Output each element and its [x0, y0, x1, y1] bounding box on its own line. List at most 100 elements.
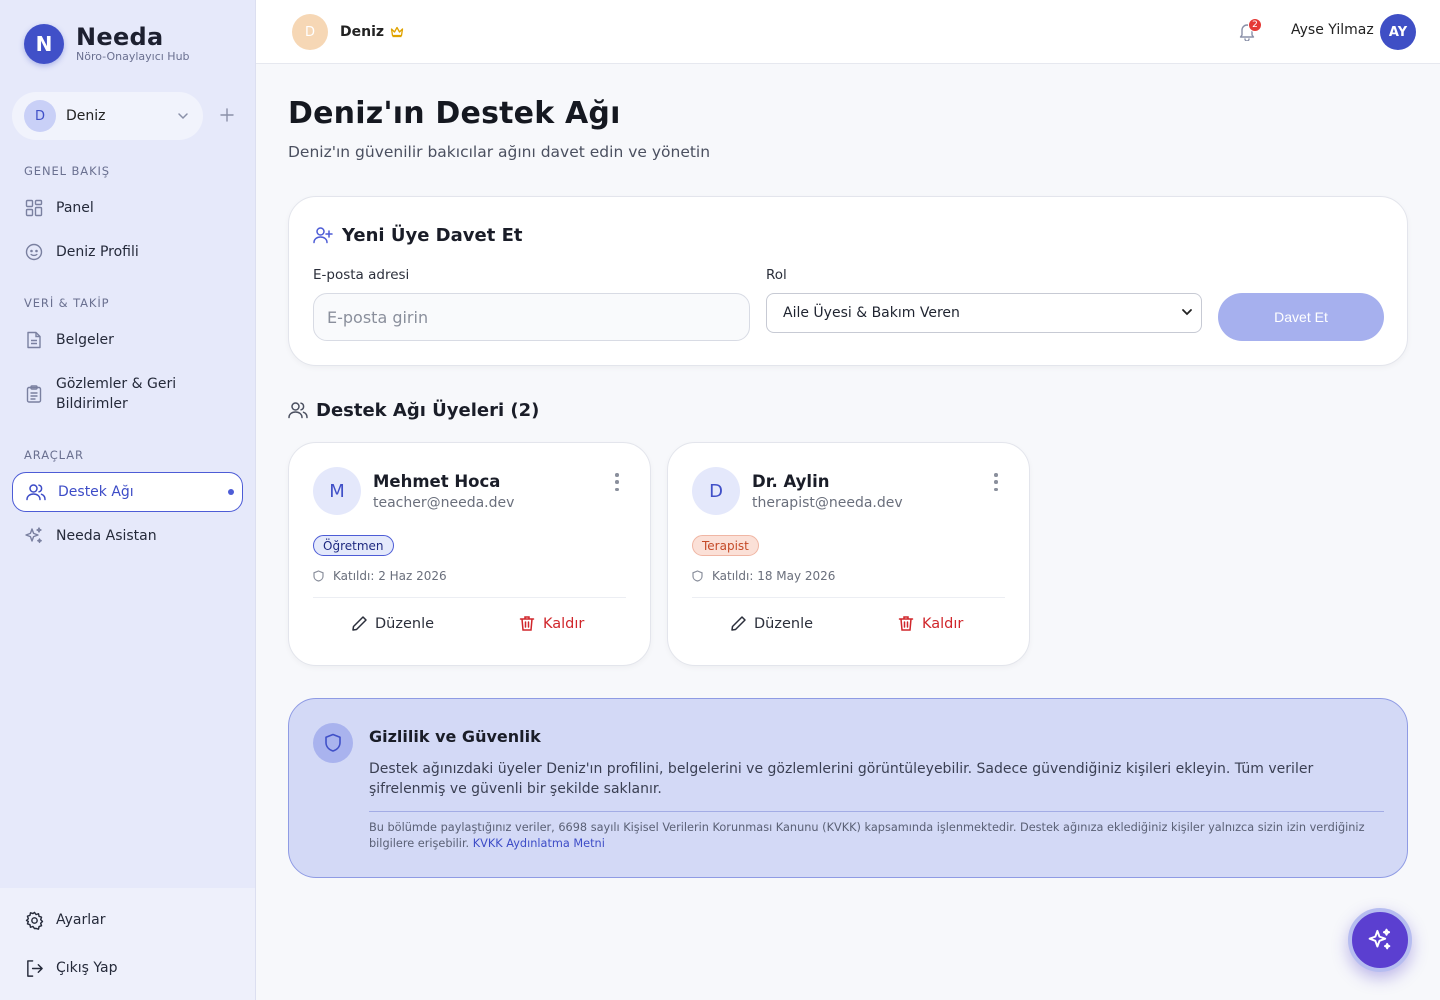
- kvkk-link[interactable]: KVKK Aydınlatma Metni: [473, 837, 605, 850]
- face-icon: [24, 242, 44, 262]
- sidebar-item-profile[interactable]: Deniz Profili: [12, 240, 243, 264]
- sparkle-icon: [24, 526, 44, 546]
- active-child-name: Deniz: [340, 24, 385, 40]
- email-label: E-posta adresi: [313, 267, 410, 283]
- user-plus-icon: [313, 226, 333, 246]
- section-label-data: VERİ & TAKİP: [24, 296, 110, 310]
- more-options-button[interactable]: [614, 473, 620, 491]
- gear-icon: [24, 910, 44, 930]
- role-select-value: Aile Üyesi & Bakım Veren: [783, 305, 960, 321]
- remove-button[interactable]: Kaldır: [519, 615, 584, 632]
- sidebar-item-label: Belgeler: [56, 332, 114, 348]
- member-card: D Dr. Aylin therapist@needa.dev Terapist…: [667, 442, 1030, 666]
- joined-date: Katıldı: 2 Haz 2026: [313, 569, 447, 583]
- edit-button[interactable]: Düzenle: [351, 615, 434, 632]
- brand: N Needa Nöro-Onaylayıcı Hub: [24, 24, 190, 64]
- invite-card: Yeni Üye Davet Et E-posta adresi Rol Ail…: [288, 196, 1408, 366]
- pencil-icon: [351, 615, 368, 632]
- child-avatar: D: [24, 100, 56, 132]
- role-badge: Terapist: [692, 535, 759, 556]
- trash-icon: [898, 615, 915, 632]
- remove-label: Kaldır: [922, 615, 964, 632]
- member-avatar: M: [313, 467, 361, 515]
- child-avatar: D: [292, 14, 328, 50]
- child-selector[interactable]: D Deniz: [12, 92, 203, 140]
- privacy-text: Destek ağınızdaki üyeler Deniz'ın profil…: [369, 761, 1314, 797]
- joined-text: Katıldı: 2 Haz 2026: [333, 569, 447, 583]
- notification-badge: 2: [1248, 18, 1262, 32]
- users-icon: [288, 401, 308, 421]
- sidebar-item-label: Gözlemler & Geri Bildirimler: [56, 376, 177, 412]
- page-title: Deniz'ın Destek Ağı: [288, 96, 621, 131]
- privacy-legal: Bu bölümde paylaştığınız veriler, 6698 s…: [369, 820, 1384, 852]
- sidebar-item-label: Panel: [56, 200, 94, 216]
- role-label: Rol: [766, 267, 787, 283]
- chevron-down-icon: [177, 110, 189, 122]
- sidebar-item-label: Çıkış Yap: [56, 960, 118, 976]
- sidebar-footer: [0, 888, 255, 1000]
- sidebar-item-label: Ayarlar: [56, 912, 106, 928]
- sidebar-item-assistant[interactable]: Needa Asistan: [12, 524, 243, 548]
- sidebar-item-label: Needa Asistan: [56, 528, 157, 544]
- grid-icon: [24, 198, 44, 218]
- active-indicator: [228, 489, 234, 495]
- users-icon: [26, 482, 46, 502]
- privacy-title: Gizlilik ve Güvenlik: [369, 727, 541, 746]
- member-avatar: D: [692, 467, 740, 515]
- member-email: teacher@needa.dev: [373, 495, 515, 511]
- user-name[interactable]: Ayse Yilmaz: [1291, 22, 1374, 38]
- sidebar-item-logout[interactable]: Çıkış Yap: [12, 956, 243, 980]
- role-select[interactable]: Aile Üyesi & Bakım Veren: [766, 293, 1202, 333]
- edit-label: Düzenle: [375, 615, 435, 632]
- crown-icon: [390, 26, 404, 38]
- privacy-divider: [369, 811, 1384, 812]
- role-badge: Öğretmen: [313, 535, 394, 556]
- member-name: Mehmet Hoca: [373, 472, 501, 491]
- plus-icon: [220, 108, 234, 122]
- joined-date: Katıldı: 18 May 2026: [692, 569, 835, 583]
- invite-button[interactable]: Davet Et: [1218, 293, 1384, 341]
- add-child-button[interactable]: [216, 104, 238, 126]
- sidebar-item-label: Deniz Profili: [56, 244, 139, 260]
- sidebar-item-label: Destek Ağı: [58, 484, 134, 500]
- sidebar-item-settings[interactable]: Ayarlar: [12, 908, 243, 932]
- edit-button[interactable]: Düzenle: [730, 615, 813, 632]
- user-avatar[interactable]: AY: [1380, 14, 1416, 50]
- section-label-overview: GENEL BAKIŞ: [24, 164, 110, 178]
- sidebar-item-documents[interactable]: Belgeler: [12, 328, 243, 352]
- member-email: therapist@needa.dev: [752, 495, 903, 511]
- invite-title: Yeni Üye Davet Et: [342, 225, 523, 246]
- brand-name: Needa: [76, 23, 164, 51]
- sidebar-item-support-network[interactable]: Destek Ağı: [12, 472, 243, 512]
- member-name: Dr. Aylin: [752, 472, 830, 491]
- section-label-tools: ARAÇLAR: [24, 448, 84, 462]
- sparkle-icon: [1368, 928, 1391, 950]
- page-subtitle: Deniz'ın güvenilir bakıcılar ağını davet…: [288, 143, 711, 161]
- brand-logo: N: [24, 24, 64, 64]
- assistant-fab-button[interactable]: [1348, 908, 1412, 972]
- sidebar: N Needa Nöro-Onaylayıcı Hub D Deniz GENE…: [0, 0, 256, 1000]
- sidebar-item-panel[interactable]: Panel: [12, 196, 243, 220]
- more-options-button[interactable]: [993, 473, 999, 491]
- edit-label: Düzenle: [754, 615, 814, 632]
- shield-icon: [313, 723, 353, 763]
- joined-text: Katıldı: 18 May 2026: [712, 569, 836, 583]
- clipboard-icon: [24, 384, 44, 404]
- top-bar: D Deniz 2 Ayse Yilmaz AY: [256, 0, 1440, 64]
- notifications-button[interactable]: 2: [1238, 18, 1262, 42]
- shield-icon: [692, 570, 704, 582]
- remove-button[interactable]: Kaldır: [898, 615, 963, 632]
- active-child[interactable]: D Deniz: [292, 14, 404, 50]
- email-input[interactable]: [313, 293, 750, 341]
- privacy-card: Gizlilik ve Güvenlik Destek ağınızdaki ü…: [288, 698, 1408, 878]
- card-divider: [313, 597, 626, 598]
- chevron-down-icon: [1181, 306, 1193, 318]
- card-divider: [692, 597, 1005, 598]
- members-title: Destek Ağı Üyeleri (2): [316, 400, 540, 421]
- sidebar-item-observations[interactable]: Gözlemler & Geri Bildirimler: [12, 372, 243, 416]
- shield-icon: [313, 570, 325, 582]
- remove-label: Kaldır: [543, 615, 585, 632]
- brand-subtitle: Nöro-Onaylayıcı Hub: [76, 50, 190, 63]
- trash-icon: [519, 615, 536, 632]
- logout-icon: [24, 958, 44, 978]
